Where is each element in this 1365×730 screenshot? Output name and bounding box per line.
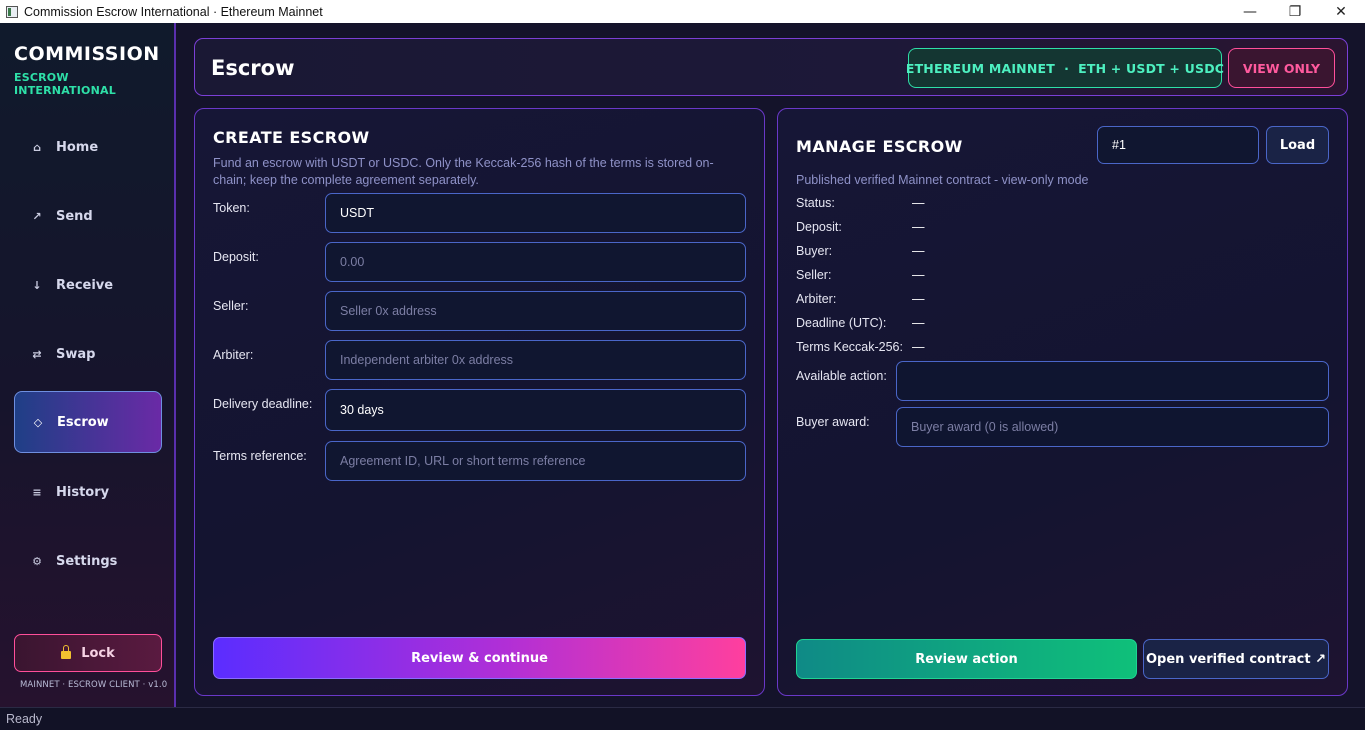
buyer-label: Buyer: (796, 244, 833, 258)
deadline-info-label: Deadline (UTC): (796, 316, 887, 330)
seller-info-label: Seller: (796, 268, 832, 282)
sidebar-item-receive[interactable]: ↓ Receive (14, 254, 162, 316)
seller-label: Seller: (213, 299, 249, 313)
home-icon: ⌂ (33, 140, 41, 154)
buyer-award-placeholder: Buyer award (0 is allowed) (911, 420, 1059, 434)
token-label: Token: (213, 201, 250, 215)
deposit-info-label: Deposit: (796, 220, 842, 234)
gear-icon: ⚙ (32, 554, 42, 568)
brand-title: COMMISSION (14, 43, 160, 65)
status-bar: Ready (0, 707, 1365, 730)
review-action-button[interactable]: Review action (796, 639, 1137, 679)
deposit-input[interactable]: 0.00 (325, 242, 746, 282)
buyer-value: — (912, 244, 925, 258)
sidebar-item-label: Home (56, 139, 99, 155)
escrow-id-input[interactable]: #1 (1097, 126, 1259, 164)
create-escrow-title: CREATE ESCROW (213, 128, 370, 147)
terms-hash-value: — (912, 340, 925, 354)
brand-subtitle: ESCROW INTERNATIONAL (14, 71, 116, 97)
sidebar-item-home[interactable]: ⌂ Home (14, 116, 162, 178)
create-escrow-description: Fund an escrow with USDT or USDC. Only t… (213, 156, 714, 187)
sidebar-footer: MAINNET · ESCROW CLIENT · v1.0 (20, 680, 168, 690)
sidebar-item-label: Receive (56, 277, 114, 293)
sidebar-item-send[interactable]: ↗ Send (14, 185, 162, 247)
review-continue-button[interactable]: Review & continue (213, 637, 746, 679)
list-icon: ≡ (32, 485, 42, 499)
brand: COMMISSION ESCROW INTERNATIONAL (14, 43, 174, 97)
token-select[interactable]: USDT (325, 193, 746, 233)
arbiter-placeholder: Independent arbiter 0x address (340, 353, 514, 367)
swap-icon: ⇄ (32, 347, 42, 361)
available-action-label: Available action: (796, 369, 887, 383)
contract-mode-text: Published verified Mainnet contract - vi… (796, 173, 1089, 187)
seller-placeholder: Seller 0x address (340, 304, 437, 318)
window-titlebar: Commission Escrow International · Ethere… (0, 0, 1365, 23)
status-label: Status: (796, 196, 835, 210)
diamond-icon: ◇ (33, 415, 43, 429)
terms-placeholder: Agreement ID, URL or short terms referen… (340, 454, 586, 468)
page-header: Escrow ETHEREUM MAINNET · ETH + USDT + U… (194, 38, 1348, 96)
sidebar-item-swap[interactable]: ⇄ Swap (14, 323, 162, 385)
restore-button[interactable]: ❐ (1272, 0, 1318, 23)
close-button[interactable]: ✕ (1318, 0, 1364, 23)
send-arrow-icon: ↗ (32, 209, 42, 223)
network-badge: ETHEREUM MAINNET · ETH + USDT + USDC (906, 48, 1224, 88)
sidebar-item-label: Send (56, 208, 93, 224)
sidebar-item-label: History (56, 484, 110, 500)
terms-reference-input[interactable]: Agreement ID, URL or short terms referen… (325, 441, 746, 481)
deadline-label: Delivery deadline: (213, 397, 313, 411)
receive-arrow-icon: ↓ (32, 278, 42, 292)
manage-escrow-title: MANAGE ESCROW (796, 137, 963, 156)
create-escrow-panel: CREATE ESCROW Fund an escrow with USDT o… (194, 108, 765, 696)
minimize-button[interactable]: — (1227, 0, 1273, 23)
sidebar-item-history[interactable]: ≡ History (14, 461, 162, 523)
sidebar-item-settings[interactable]: ⚙ Settings (14, 530, 162, 592)
sidebar-item-escrow[interactable]: ◇ Escrow (14, 391, 162, 453)
deadline-value: 30 days (340, 403, 384, 417)
open-verified-contract-button[interactable]: Open verified contract ↗ (1143, 639, 1329, 679)
status-value: — (912, 196, 925, 210)
manage-escrow-panel: MANAGE ESCROW #1 Load Published verified… (777, 108, 1348, 696)
arbiter-address-input[interactable]: Independent arbiter 0x address (325, 340, 746, 380)
buyer-award-label: Buyer award: (796, 415, 870, 429)
token-value: USDT (340, 206, 375, 220)
deposit-label: Deposit: (213, 250, 259, 264)
deposit-placeholder: 0.00 (340, 255, 365, 269)
arbiter-info-label: Arbiter: (796, 292, 837, 306)
deadline-select[interactable]: 30 days (325, 389, 746, 431)
seller-address-input[interactable]: Seller 0x address (325, 291, 746, 331)
sidebar-item-label: Swap (56, 346, 96, 362)
page-title: Escrow (211, 56, 295, 80)
deadline-info-value: — (912, 316, 925, 330)
view-only-badge: VIEW ONLY (1228, 48, 1335, 88)
deposit-info-value: — (912, 220, 925, 234)
lock-button-label: Lock (81, 645, 115, 661)
lock-button[interactable]: Lock (14, 634, 162, 672)
arbiter-info-value: — (912, 292, 925, 306)
app-icon (6, 5, 18, 18)
terms-hash-label: Terms Keccak-256: (796, 340, 903, 354)
window-title: Commission Escrow International · Ethere… (24, 4, 323, 19)
status-text: Ready (6, 712, 43, 726)
sidebar-item-label: Escrow (57, 414, 109, 430)
arbiter-label: Arbiter: (213, 348, 254, 362)
available-action-select[interactable] (896, 361, 1329, 401)
sidebar-item-label: Settings (56, 553, 118, 569)
seller-info-value: — (912, 268, 925, 282)
terms-label: Terms reference: (213, 449, 307, 463)
buyer-award-input[interactable]: Buyer award (0 is allowed) (896, 407, 1329, 447)
lock-icon (61, 645, 72, 659)
load-button[interactable]: Load (1266, 126, 1329, 164)
sidebar: COMMISSION ESCROW INTERNATIONAL ⌂ Home ↗… (0, 23, 176, 707)
